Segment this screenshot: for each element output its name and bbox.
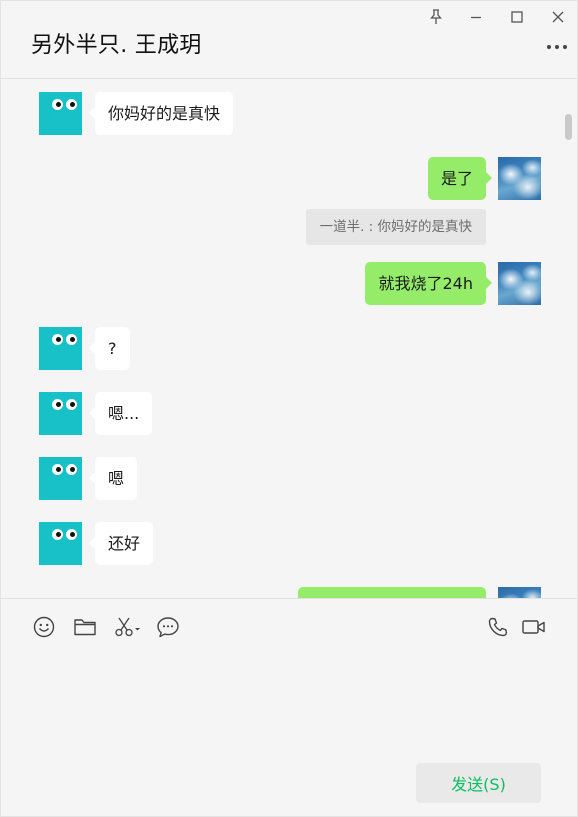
send-button[interactable]: 发送(S) (416, 763, 541, 803)
message-input[interactable] (1, 651, 578, 751)
more-icon[interactable] (547, 41, 567, 53)
minimize-icon[interactable] (466, 7, 486, 27)
quoted-message[interactable]: 一道半. : 你妈好的是真快 (305, 209, 486, 245)
contact-avatar[interactable] (39, 457, 82, 500)
message-bubble[interactable]: 就我烧了24h (365, 262, 492, 305)
message-bubble[interactable]: 嗯... (88, 392, 153, 435)
folder-icon[interactable] (72, 614, 98, 640)
scrollbar-thumb[interactable] (565, 114, 572, 140)
emoji-icon[interactable] (31, 614, 57, 640)
chat-history-icon[interactable] (155, 614, 181, 640)
contact-avatar[interactable] (39, 522, 82, 565)
message-list[interactable]: 你妈好的是真快 是了 一道半. : 你妈好的是真快 就我烧了24h ? 嗯...… (1, 79, 578, 598)
message-bubble[interactable]: 嗯 (88, 457, 138, 500)
phone-icon[interactable] (485, 614, 511, 640)
maximize-icon[interactable] (507, 7, 527, 27)
message-bubble[interactable] (298, 587, 486, 598)
message-bubble[interactable]: 还好 (88, 522, 154, 565)
my-avatar[interactable] (498, 157, 541, 200)
close-icon[interactable] (548, 7, 568, 27)
message-bubble[interactable]: 你妈好的是真快 (88, 92, 234, 135)
chat-window: 另外半只. 王成玥 你妈好的是真快 是了 一道半. : 你妈好的是真快 就我烧了… (0, 0, 578, 817)
composer-divider (1, 598, 578, 599)
contact-avatar[interactable] (39, 327, 82, 370)
contact-avatar[interactable] (39, 392, 82, 435)
my-avatar[interactable] (498, 587, 541, 598)
contact-avatar[interactable] (39, 92, 82, 135)
scissors-icon[interactable] (113, 614, 143, 640)
chat-header: 另外半只. 王成玥 (1, 1, 578, 79)
message-bubble[interactable]: ? (89, 327, 130, 370)
my-avatar[interactable] (498, 262, 541, 305)
video-icon[interactable] (520, 614, 548, 640)
pin-icon[interactable] (426, 7, 446, 27)
chat-title: 另外半只. 王成玥 (31, 33, 202, 58)
message-bubble[interactable]: 是了 (427, 157, 493, 200)
